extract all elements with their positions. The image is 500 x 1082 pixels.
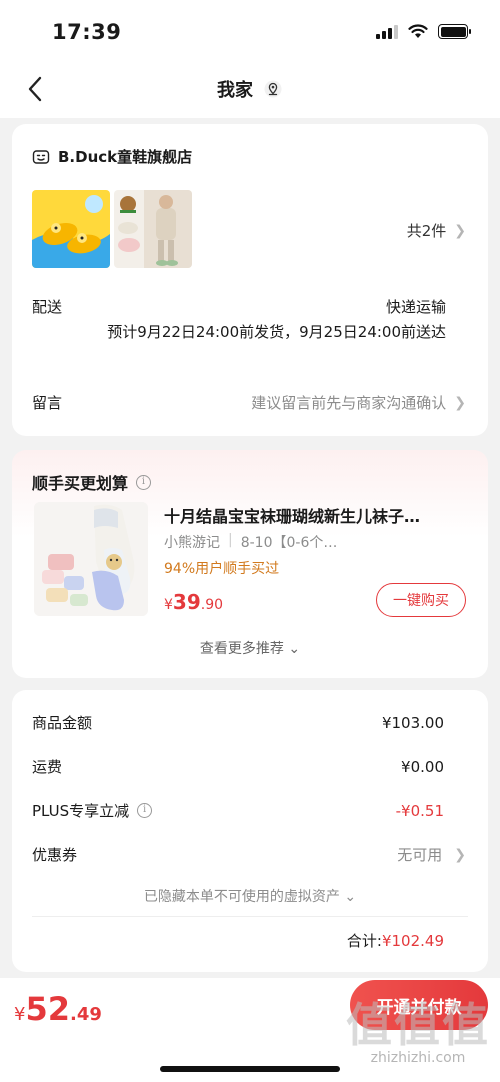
signal-icon xyxy=(376,24,398,39)
recommend-header: 顺手买更划算 i xyxy=(32,470,152,494)
divider: | xyxy=(228,532,233,548)
recommend-product-meta: 小熊游记 | 8-10【0-6个… xyxy=(164,532,337,552)
recommend-ratio: 94%用户顺手买过 xyxy=(164,561,280,577)
chevron-right-icon: ❯ xyxy=(454,846,466,863)
goods-amount-label: 商品金额 xyxy=(32,714,93,732)
store-header[interactable]: B.Duck童鞋旗舰店 xyxy=(32,146,192,167)
watermark-logo: 值值值 xyxy=(346,998,490,1052)
total-row: 合计:¥102.49 xyxy=(347,930,444,951)
goods-amount-row: 商品金额 ¥103.00 xyxy=(32,712,444,733)
page-title: 我家 xyxy=(217,80,253,101)
total-value: ¥102.49 xyxy=(381,932,444,950)
status-time: 17:39 xyxy=(52,20,122,44)
pay-decimal: .49 xyxy=(69,1004,102,1025)
product-thumbnails[interactable] xyxy=(32,190,192,268)
status-icons xyxy=(376,24,471,39)
recommend-price: ¥39.90 xyxy=(164,590,223,614)
hidden-assets-toggle[interactable]: 已隐藏本单不可使用的虚拟资产 ⌄ xyxy=(12,886,488,906)
plus-discount-row: PLUS专享立减 i -¥0.51 xyxy=(32,800,444,821)
home-indicator xyxy=(160,1066,340,1072)
divider xyxy=(32,916,468,917)
total-label: 合计: xyxy=(346,932,382,950)
price-decimal: .90 xyxy=(200,597,224,613)
recommend-title: 顺手买更划算 xyxy=(32,474,129,493)
memo-hint-text: 建议留言前先与商家沟通确认 xyxy=(251,394,447,412)
item-count: 共2件 xyxy=(406,222,447,240)
price-integer: 39 xyxy=(172,590,201,614)
coupon-label: 优惠券 xyxy=(32,846,78,864)
one-click-buy-button[interactable]: 一键购买 xyxy=(376,583,466,617)
product-thumb-shoes xyxy=(114,190,192,268)
store-name: B.Duck童鞋旗舰店 xyxy=(58,148,193,166)
chevron-right-icon: ❯ xyxy=(454,222,466,239)
wifi-icon xyxy=(408,24,428,38)
recommend-spec: 8-10【0-6个… xyxy=(240,535,338,551)
delivery-note: 预计9月22日24:00前发货，9月25日24:00前送达 xyxy=(107,323,446,341)
shipping-value: ¥0.00 xyxy=(401,757,444,776)
pay-amount: ¥52.49 xyxy=(14,990,102,1028)
order-summary-card: 商品金额 ¥103.00 运费 ¥0.00 PLUS专享立减 i -¥0.51 … xyxy=(12,690,488,972)
more-recommend-link[interactable]: 查看更多推荐 ⌄ xyxy=(12,638,488,658)
goods-amount-value: ¥103.00 xyxy=(381,713,444,732)
product-thumb-slippers xyxy=(32,190,110,268)
recommend-product-image[interactable] xyxy=(34,502,148,616)
info-icon[interactable]: i xyxy=(136,474,152,490)
battery-icon xyxy=(438,24,471,39)
memo-label: 留言 xyxy=(32,394,63,412)
coupon-row[interactable]: 优惠券 无可用 ❯ xyxy=(32,844,466,865)
recommend-card: 顺手买更划算 i 十月结晶宝宝袜珊瑚绒新生儿袜子… 小熊游记 | 8-10【0-… xyxy=(12,450,488,678)
coupon-value: 无可用 xyxy=(397,846,443,864)
pay-integer: 52 xyxy=(25,990,70,1028)
shipping-row: 运费 ¥0.00 xyxy=(32,756,444,777)
item-count-link[interactable]: 共2件 ❯ xyxy=(407,220,466,241)
watermark-url: zhizhizhi.com xyxy=(370,1050,466,1066)
delivery-label: 配送 xyxy=(32,298,63,316)
chevron-right-icon: ❯ xyxy=(454,394,466,411)
store-card: B.Duck童鞋旗舰店 共2件 ❯ 配送 快递运输 预计9月22日24:00前发… xyxy=(12,124,488,436)
recommend-product-name[interactable]: 十月结晶宝宝袜珊瑚绒新生儿袜子… xyxy=(164,503,464,527)
price-symbol: ¥ xyxy=(164,597,173,613)
pay-symbol: ¥ xyxy=(14,1004,26,1025)
plus-discount-value: -¥0.51 xyxy=(395,801,444,820)
delivery-method[interactable]: 快递运输 xyxy=(386,296,446,317)
address-selector[interactable]: 我家 xyxy=(0,76,500,102)
memo-input[interactable]: 建议留言前先与商家沟通确认 ❯ xyxy=(251,392,466,413)
recommend-brand: 小熊游记 xyxy=(164,535,220,551)
plus-discount-label: PLUS专享立减 xyxy=(32,802,130,820)
nav-bar: 我家 xyxy=(0,60,500,118)
shipping-label: 运费 xyxy=(32,758,63,776)
status-bar: 17:39 xyxy=(0,0,500,60)
location-pin-icon xyxy=(264,80,282,98)
store-icon xyxy=(32,149,50,164)
watermark: 值值值 zhizhizhi.com xyxy=(346,1000,490,1066)
info-icon[interactable]: i xyxy=(137,803,153,818)
